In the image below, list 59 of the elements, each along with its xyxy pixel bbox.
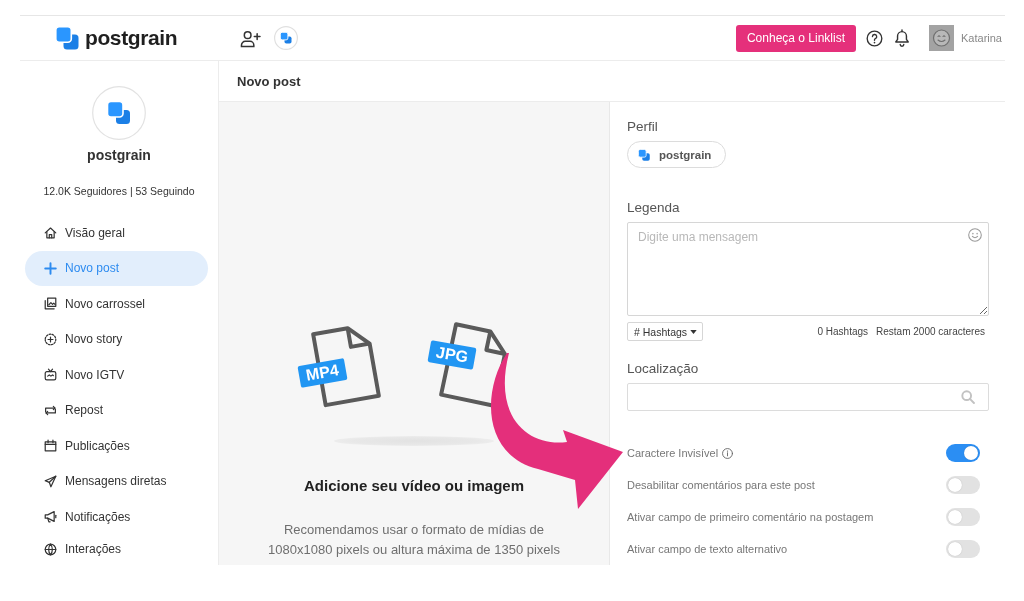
upload-title: Adicione seu vídeo ou imagem [303, 476, 525, 496]
toggle-switch[interactable] [946, 540, 980, 558]
option-label: Ativar campo de texto alternativo [627, 543, 788, 555]
logo-circle-icon[interactable] [274, 26, 298, 50]
upload-area[interactable]: MP4 JPG Adicione seu vídeo ou imagem Recomendamos usar o formato de mídias de 1080x1080 pixels ou altura máxima de 1350 pixels [219, 102, 610, 565]
search-icon[interactable] [961, 390, 975, 404]
add-user-icon[interactable] [240, 28, 261, 48]
format-label: JPG [426, 340, 477, 370]
sidebar-item[interactable]: Novo carrossel [25, 286, 208, 322]
info-icon[interactable] [722, 447, 734, 459]
bell-icon[interactable] [894, 29, 910, 47]
calendar-icon [44, 439, 57, 453]
field-label: Localização [627, 360, 699, 378]
option-label: Ativar campo de primeiro comentário na postagem [627, 511, 874, 523]
sidebar-item[interactable]: Interações [25, 534, 208, 564]
hashtags-button[interactable]: # Hashtags [627, 322, 704, 341]
sidebar-item[interactable]: Publicações [25, 428, 208, 464]
caption-field[interactable]: Digite uma mensagem [627, 222, 989, 316]
repeat-icon [44, 403, 57, 417]
toggle-switch[interactable] [946, 508, 980, 526]
sidebar-item[interactable]: Mensagens diretas [25, 463, 208, 499]
profile-logo-icon [92, 86, 146, 140]
sidebar-item[interactable]: Novo IGTV [25, 357, 208, 393]
avatar-icon[interactable] [929, 25, 954, 51]
page-title: Novo post [237, 73, 301, 89]
field-label: Perfil [627, 118, 658, 136]
upload-hint: Recomendamos usar o formato de mídias de 1080x1080 pixels ou altura máxima de 1350 pixels [267, 521, 561, 559]
option-label: Desabilitar comentários para este post [627, 479, 815, 491]
dashed-plus-circle-icon [44, 332, 57, 346]
sidebar-item[interactable]: Notificações [25, 499, 208, 535]
paper-plane-icon [44, 474, 57, 488]
logo-icon [55, 26, 79, 50]
toggle-switch[interactable] [946, 444, 980, 462]
plus-icon [44, 261, 57, 275]
location-field[interactable] [627, 383, 989, 411]
option-label: Caractere Invisível [627, 447, 719, 459]
profile-chip[interactable]: postgrain [627, 141, 727, 168]
user-name[interactable]: Katarina [961, 32, 1002, 44]
smiley-icon[interactable] [968, 228, 982, 242]
format-label: MP4 [296, 358, 347, 388]
profile-name: postgrain [87, 146, 151, 164]
logo-icon [638, 148, 650, 161]
help-icon[interactable] [866, 29, 883, 47]
tv-icon [44, 368, 57, 382]
globe-icon [44, 542, 57, 556]
field-label: Legenda [627, 199, 680, 217]
images-icon [44, 297, 57, 311]
remaining-characters: Restam 2000 caracteres [876, 326, 985, 337]
hashtag-count: 0 Hashtags [817, 326, 869, 337]
sidebar-item[interactable]: Repost [25, 392, 208, 428]
logo-text: postgrain [85, 26, 178, 50]
toggle-switch[interactable] [946, 476, 980, 494]
home-icon [44, 226, 57, 240]
promo-button[interactable]: Conheça o Linklist [735, 24, 856, 52]
caret-icon [690, 329, 698, 334]
sidebar-item[interactable]: Novo story [25, 321, 208, 357]
megaphone-icon [44, 510, 57, 524]
sidebar-item[interactable]: Visão geral [25, 215, 208, 251]
follower-stats: 12.0K Seguidores | 53 Seguindo [43, 184, 195, 198]
